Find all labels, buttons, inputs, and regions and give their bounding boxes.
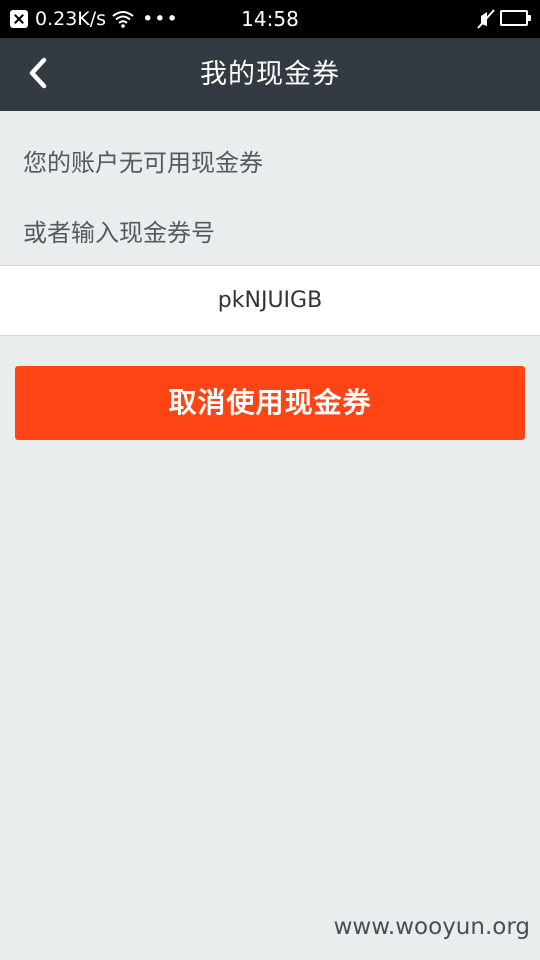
status-time: 14:58 bbox=[241, 7, 299, 31]
cancel-coupon-button[interactable]: 取消使用现金券 bbox=[15, 366, 525, 440]
battery-tip bbox=[528, 15, 531, 21]
status-bar: 0.23K/s ••• 14:58 bbox=[0, 0, 540, 38]
watermark: www.wooyun.org bbox=[333, 914, 530, 940]
no-coupon-text: 您的账户无可用现金券 bbox=[23, 149, 263, 177]
nav-bar: 我的现金券 bbox=[0, 38, 540, 111]
chevron-left-icon bbox=[29, 57, 47, 89]
coupon-input-container bbox=[0, 265, 540, 336]
back-button[interactable] bbox=[18, 52, 62, 96]
battery-icon bbox=[500, 10, 531, 26]
coupon-code-input[interactable] bbox=[0, 266, 540, 335]
page-title: 我的现金券 bbox=[200, 59, 340, 90]
mute-icon bbox=[477, 9, 495, 29]
or-input-label: 或者输入现金券号 bbox=[23, 219, 215, 247]
